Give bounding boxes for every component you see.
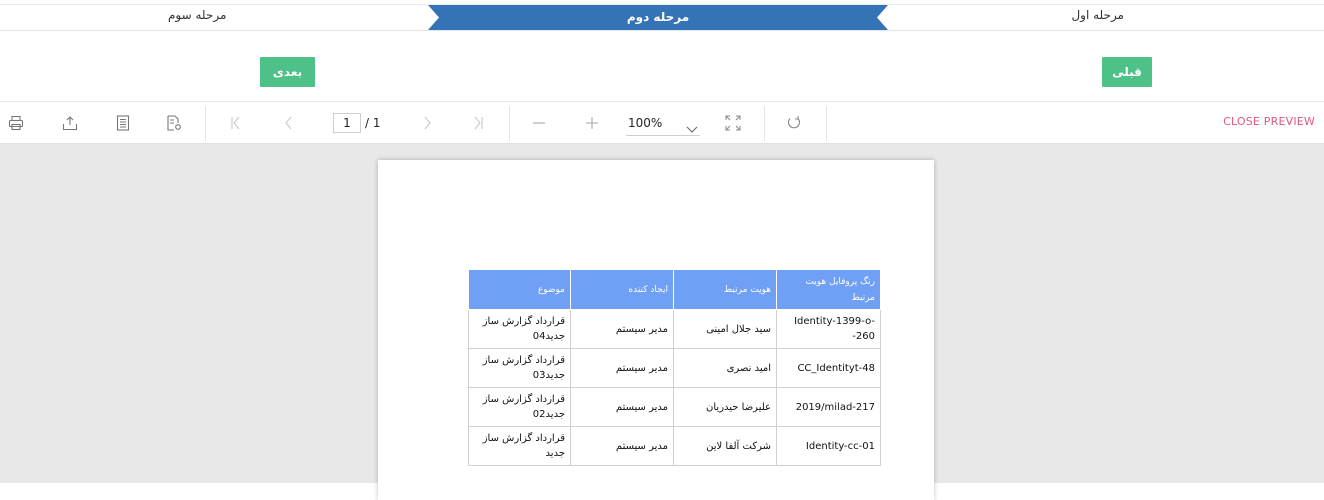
table-cell: قرارداد گزارش ساز جدید	[468, 426, 571, 466]
table-header-row: رنگ پروفایل هویت مرتبط هویت مرتبط ایجاد …	[468, 269, 881, 310]
table-cell: قرارداد گزارش ساز جدید03	[468, 348, 571, 388]
fullscreen-icon[interactable]	[724, 114, 742, 132]
previous-button[interactable]: قبلی	[1102, 57, 1152, 87]
page-number-input[interactable]	[333, 113, 361, 133]
toolbar-separator	[509, 106, 510, 141]
table-cell: قرارداد گزارش ساز جدید02	[468, 387, 571, 427]
table-cell: Identity-cc-01	[776, 426, 881, 466]
table-row: CC_Identityt-48 امید نصری مدیر سیستم قرا…	[468, 348, 881, 388]
step-1[interactable]: مرحله اول	[1071, 0, 1124, 31]
table-cell: قرارداد گزارش ساز جدید04	[468, 309, 571, 349]
close-preview-button[interactable]: CLOSE PREVIEW	[1223, 115, 1315, 128]
document-settings-icon[interactable]	[165, 114, 183, 132]
report-page: رنگ پروفایل هویت مرتبط هویت مرتبط ایجاد …	[378, 160, 934, 500]
export-icon[interactable]	[61, 114, 79, 132]
zoom-out-icon[interactable]	[530, 114, 548, 132]
toolbar-separator	[764, 106, 765, 141]
wizard-steps: مرحله اول مرحله دوم مرحله سوم	[0, 0, 1324, 31]
column-header: هویت مرتبط	[673, 269, 777, 310]
print-icon[interactable]	[7, 114, 25, 132]
step-2-label: مرحله دوم	[626, 10, 690, 24]
page-total: / 1	[365, 116, 381, 130]
table-cell: علیرضا حیدریان	[673, 387, 777, 427]
zoom-select[interactable]: 100%	[626, 114, 700, 136]
column-header: رنگ پروفایل هویت مرتبط	[776, 269, 881, 310]
document-icon[interactable]	[114, 114, 132, 132]
refresh-icon[interactable]	[785, 114, 803, 132]
table-cell: شرکت آلفا لاین	[673, 426, 777, 466]
table-cell: مدیر سیستم	[570, 348, 674, 388]
column-header: موضوع	[468, 269, 571, 310]
last-page-icon[interactable]	[469, 114, 487, 132]
first-page-icon[interactable]	[227, 114, 245, 132]
table-cell: مدیر سیستم	[570, 426, 674, 466]
report-table: رنگ پروفایل هویت مرتبط هویت مرتبط ایجاد …	[468, 269, 881, 466]
chevron-down-icon	[686, 119, 698, 138]
step-3[interactable]: مرحله سوم	[168, 0, 226, 31]
next-button[interactable]: بعدی	[260, 57, 315, 87]
table-cell: 2019/milad-217	[776, 387, 881, 427]
column-header: ایجاد کننده	[570, 269, 674, 310]
toolbar-separator	[826, 106, 827, 141]
table-cell: سید جلال امینی	[673, 309, 777, 349]
table-cell: CC_Identityt-48	[776, 348, 881, 388]
previous-page-icon[interactable]	[280, 114, 298, 132]
table-row: Identity-1399-o--260 سید جلال امینی مدیر…	[468, 309, 881, 349]
table-cell: امید نصری	[673, 348, 777, 388]
table-cell: مدیر سیستم	[570, 387, 674, 427]
table-cell: مدیر سیستم	[570, 309, 674, 349]
toolbar-separator	[205, 106, 206, 141]
table-cell: Identity-1399-o--260	[776, 309, 881, 349]
zoom-in-icon[interactable]	[583, 114, 601, 132]
table-row: 2019/milad-217 علیرضا حیدریان مدیر سیستم…	[468, 387, 881, 427]
table-row: Identity-cc-01 شرکت آلفا لاین مدیر سیستم…	[468, 426, 881, 466]
step-2-active[interactable]: مرحله دوم	[428, 5, 888, 30]
zoom-value: 100%	[628, 116, 663, 130]
viewer-toolbar: / 1 100% CLOSE PREVIEW	[0, 101, 1324, 144]
preview-area: رنگ پروفایل هویت مرتبط هویت مرتبط ایجاد …	[0, 144, 1324, 500]
next-page-icon[interactable]	[418, 114, 436, 132]
